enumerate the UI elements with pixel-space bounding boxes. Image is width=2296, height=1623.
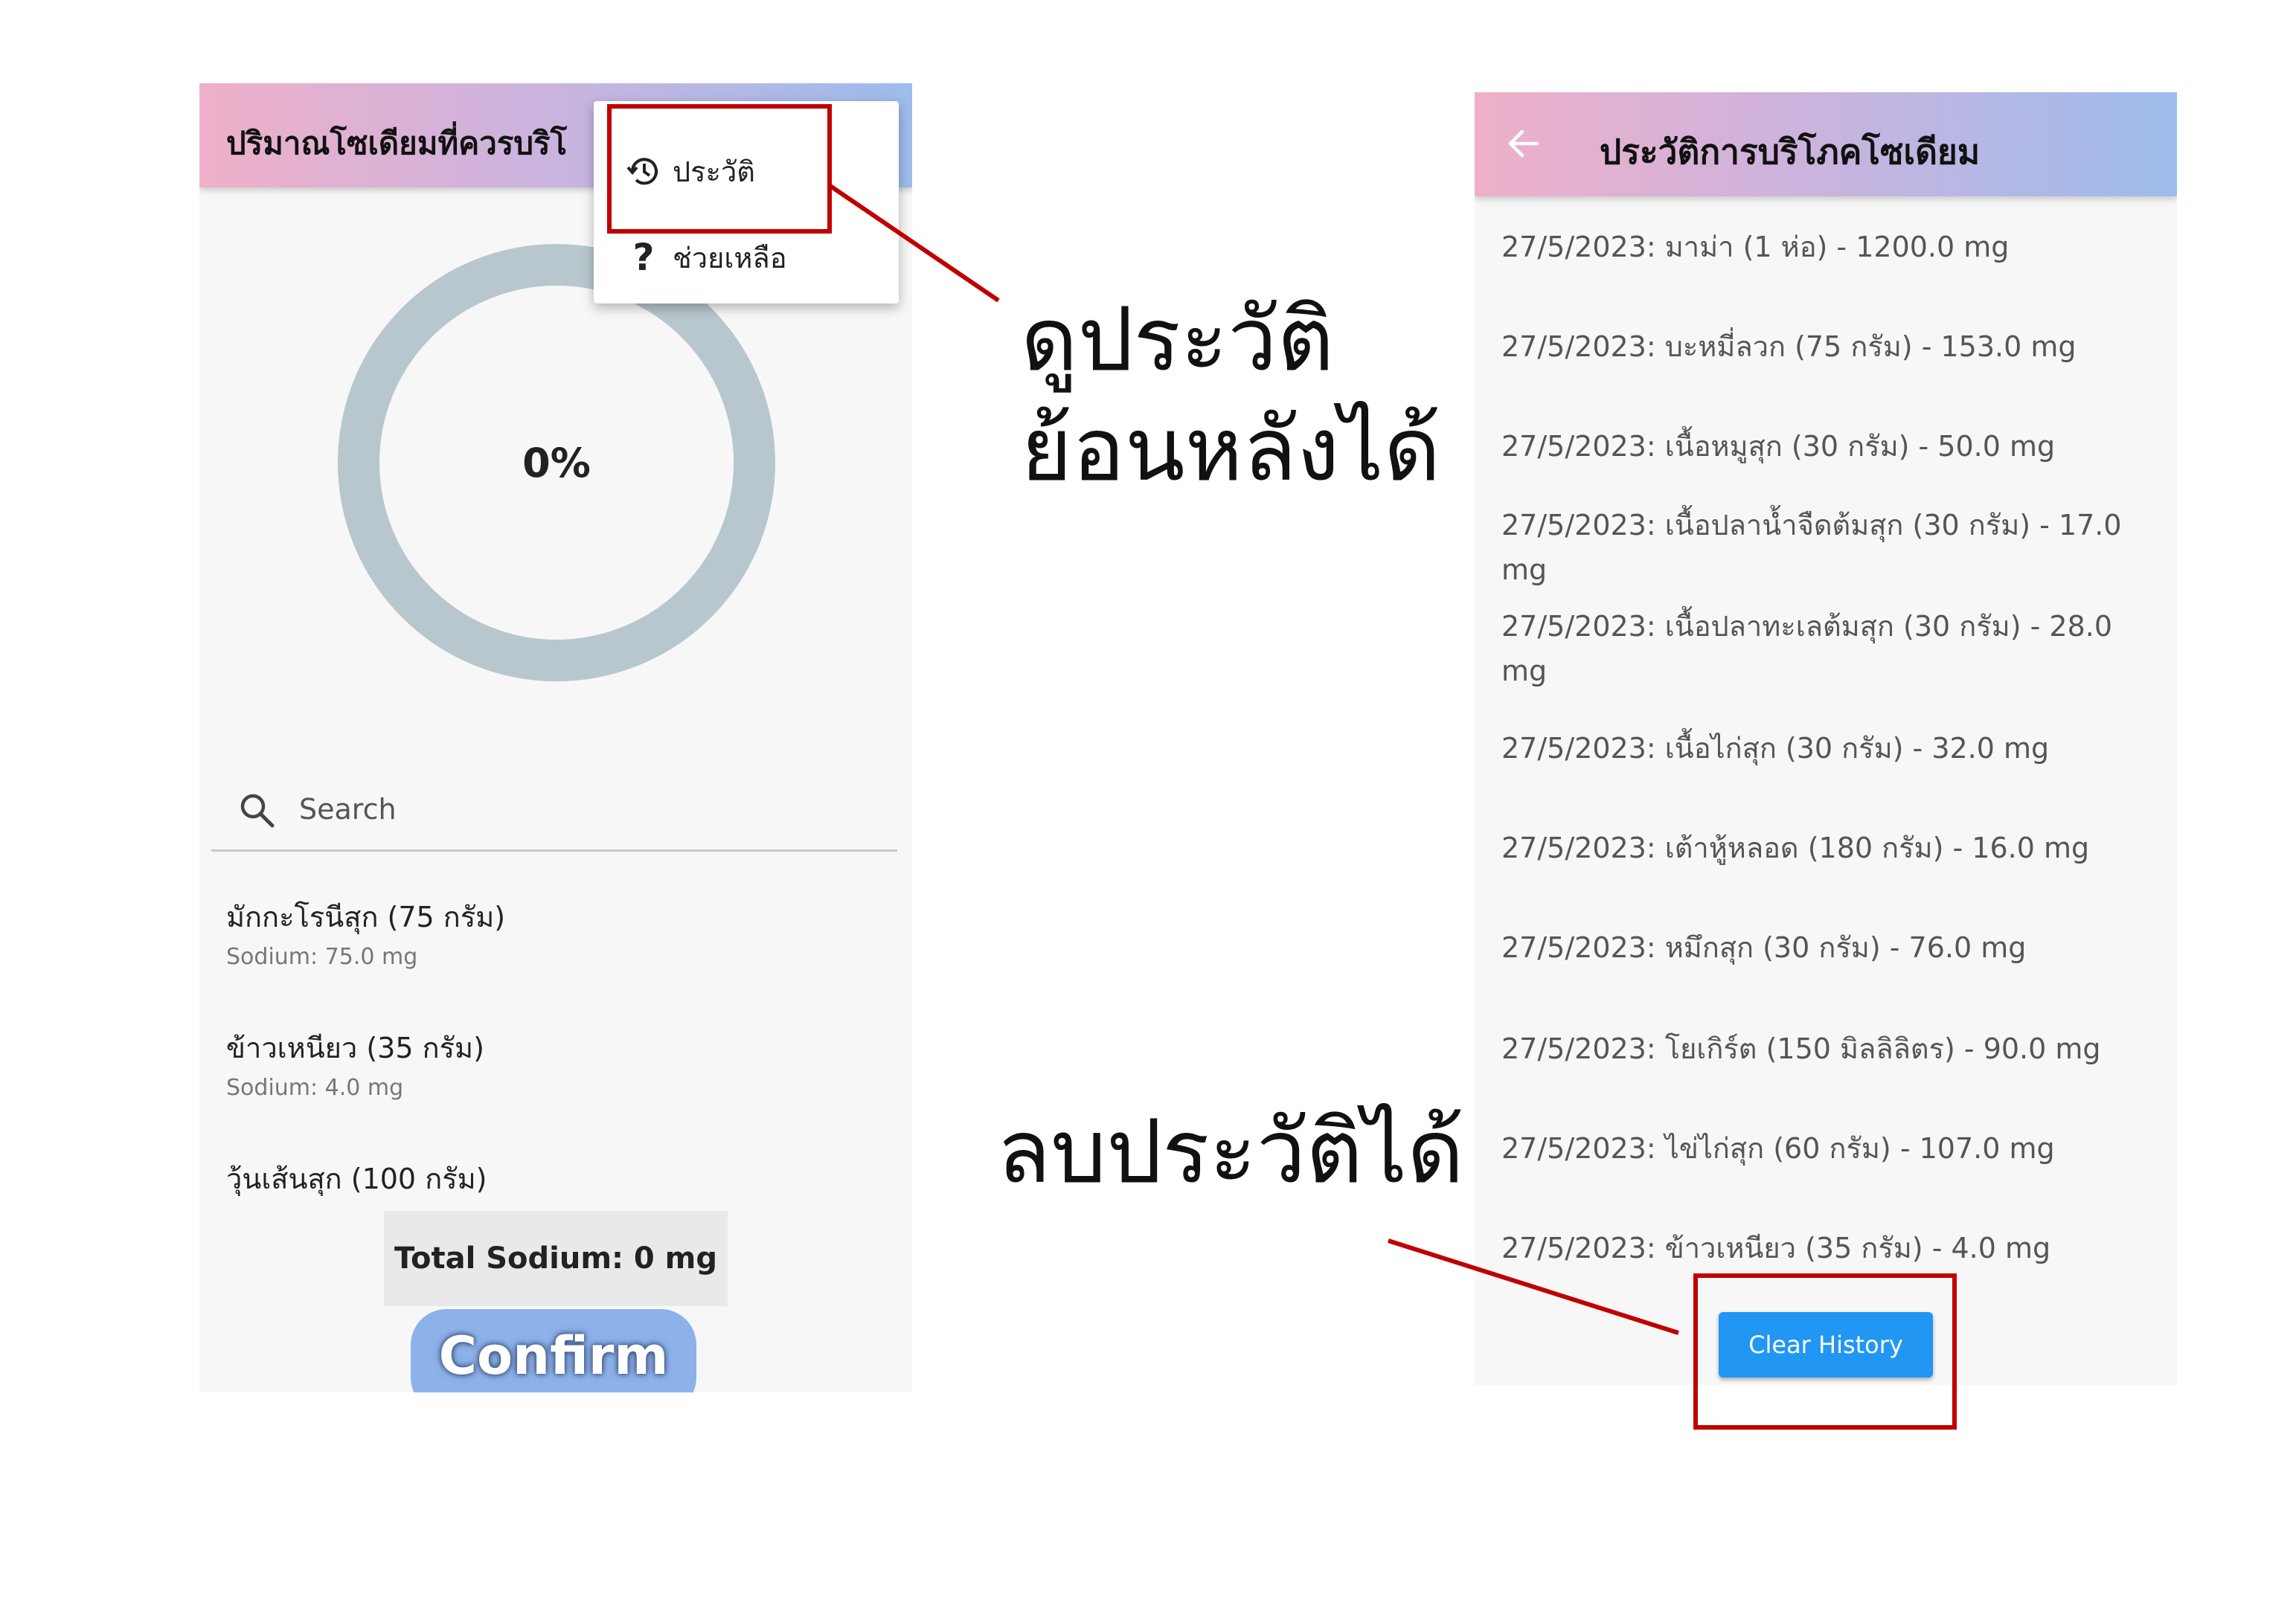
callout-lines [829, 184, 1679, 1335]
annotation-delete-history: ลบประวัติได้ [997, 1100, 1464, 1203]
callout-line-clear [1388, 1238, 1679, 1335]
callout-line-history [829, 184, 1000, 303]
annotation-view-history-line2: ย้อนหลังได้ [1021, 398, 1441, 501]
annotation-view-history-line1: ดูประวัติ [1021, 288, 1335, 391]
